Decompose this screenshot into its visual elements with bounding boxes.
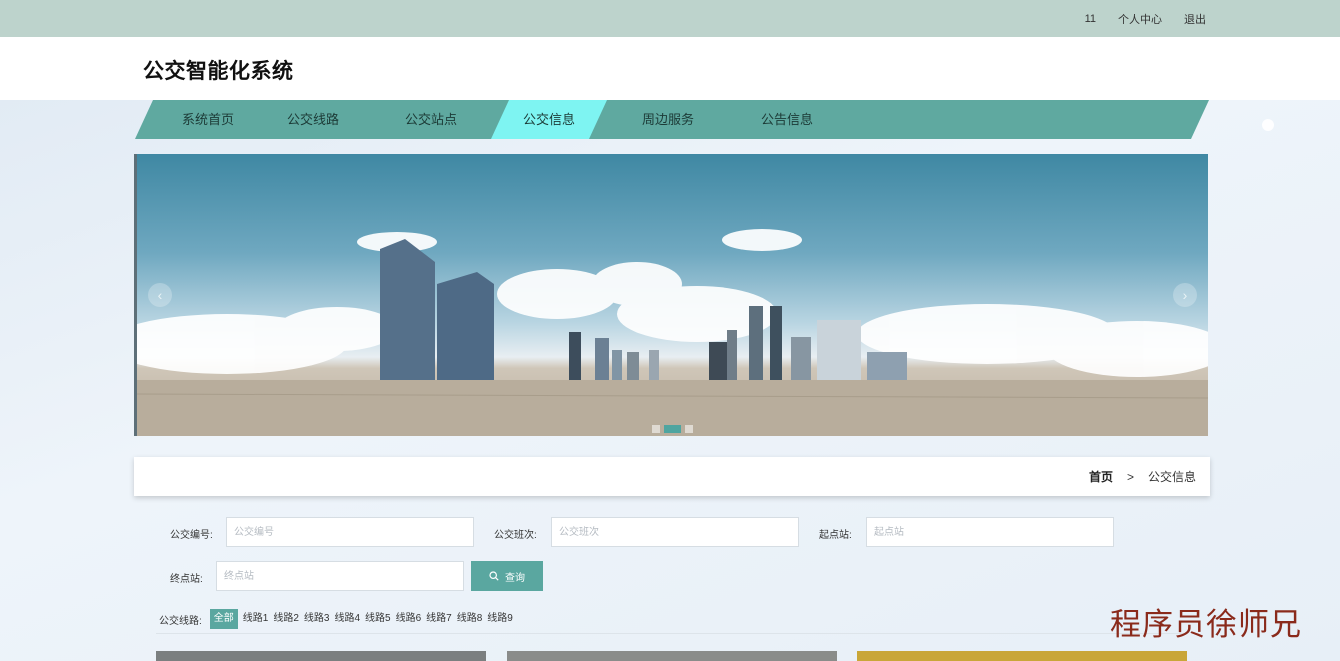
bus-card-image[interactable]: [156, 651, 486, 661]
shift-input[interactable]: [551, 517, 799, 547]
carousel-dot-3[interactable]: [685, 425, 693, 433]
route-filter-option[interactable]: 线路9: [485, 609, 515, 629]
bus-card-image[interactable]: [857, 651, 1187, 661]
bus-no-input[interactable]: [226, 517, 474, 547]
search-button-label: 查询: [505, 572, 525, 584]
route-filter-option[interactable]: 线路5: [363, 609, 393, 629]
breadcrumb-bar: 首页 > 公交信息: [134, 457, 1210, 496]
breadcrumb-separator: >: [1126, 469, 1134, 484]
end-station-input[interactable]: [216, 561, 464, 591]
chevron-right-icon: ›: [1182, 287, 1188, 303]
breadcrumb-home[interactable]: 首页: [1089, 468, 1113, 485]
username: 11: [1084, 12, 1096, 25]
carousel-dot-1[interactable]: [652, 425, 660, 433]
bus-card-image[interactable]: [507, 651, 837, 661]
profile-link[interactable]: 个人中心: [1118, 11, 1162, 27]
filter-divider: [156, 633, 1186, 634]
decorative-glow: [1262, 119, 1274, 131]
nav-item-bus-info[interactable]: 公交信息: [509, 100, 589, 139]
logout-link[interactable]: 退出: [1184, 11, 1206, 27]
start-station-label: 起点站:: [819, 530, 852, 541]
nav-item-notices[interactable]: 公告信息: [747, 100, 827, 139]
banner-carousel: ‹ ›: [134, 154, 1208, 436]
shift-label: 公交班次:: [494, 530, 537, 541]
nav-item-bus-routes[interactable]: 公交线路: [273, 100, 353, 139]
user-menu: 11 个人中心 退出: [1085, 0, 1206, 37]
carousel-prev-button[interactable]: ‹: [148, 283, 172, 307]
route-filter: 公交线路: 全部 线路1 线路2 线路3 线路4 线路5 线路6 线路7 线路8…: [159, 609, 516, 629]
breadcrumb-current: 公交信息: [1147, 470, 1196, 484]
carousel-next-button[interactable]: ›: [1173, 283, 1197, 307]
breadcrumb: 首页 > 公交信息: [1089, 457, 1196, 496]
chevron-left-icon: ‹: [157, 287, 163, 303]
carousel-indicators: [652, 425, 693, 433]
carousel-dot-2[interactable]: [664, 425, 681, 433]
watermark-text: 程序员徐师兄: [1110, 607, 1302, 643]
nav-item-home[interactable]: 系统首页: [165, 100, 251, 139]
route-filter-all[interactable]: 全部: [209, 609, 238, 629]
route-filter-option[interactable]: 线路8: [455, 609, 485, 629]
city-skyline-image: [137, 229, 1208, 436]
top-bar: 11 个人中心 退出: [0, 0, 1340, 37]
main-nav: 系统首页 公交线路 公交站点 公交信息 周边服务 公告信息: [135, 100, 1209, 139]
route-filter-label: 公交线路:: [159, 615, 202, 627]
route-filter-option[interactable]: 线路2: [271, 609, 301, 629]
nav-item-nearby-services[interactable]: 周边服务: [628, 100, 708, 139]
header: 公交智能化系统: [0, 37, 1340, 100]
end-station-label: 终点站:: [170, 574, 203, 585]
start-station-input[interactable]: [866, 517, 1114, 547]
bus-no-label: 公交编号:: [170, 530, 213, 541]
route-filter-option[interactable]: 线路7: [424, 609, 454, 629]
route-filter-option[interactable]: 线路1: [241, 609, 271, 629]
site-title: 公交智能化系统: [143, 60, 294, 83]
search-icon: [489, 571, 499, 581]
route-filter-option[interactable]: 线路4: [332, 609, 362, 629]
route-filter-option[interactable]: 线路3: [302, 609, 332, 629]
route-filter-option[interactable]: 线路6: [394, 609, 424, 629]
nav-item-bus-stops[interactable]: 公交站点: [391, 100, 471, 139]
search-button[interactable]: 查询: [471, 561, 543, 591]
